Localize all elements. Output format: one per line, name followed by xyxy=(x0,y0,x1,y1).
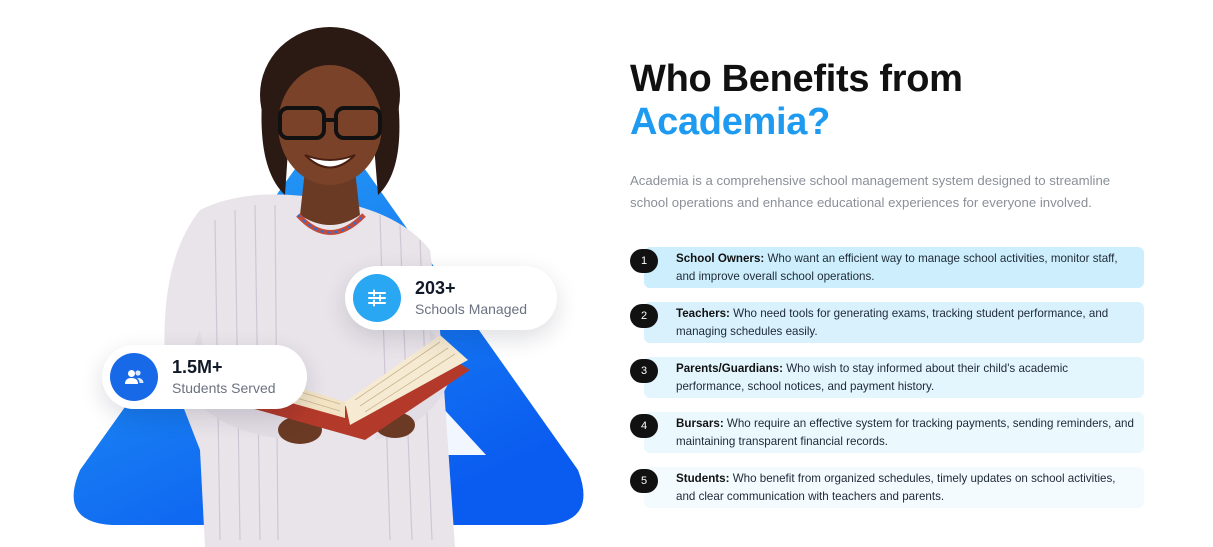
benefit-card: School Owners: Who want an efficient way… xyxy=(644,247,1144,288)
benefit-text: Who need tools for generating exams, tra… xyxy=(676,307,1109,338)
benefit-item: School Owners: Who want an efficient way… xyxy=(630,247,1150,288)
sliders-icon xyxy=(353,274,401,322)
benefits-section: Who Benefits from Academia? Academia is … xyxy=(630,58,1150,522)
benefit-title: Teachers: xyxy=(676,307,730,320)
section-heading: Who Benefits from Academia? xyxy=(630,58,1150,144)
benefit-card: Parents/Guardians: Who wish to stay info… xyxy=(644,357,1144,398)
section-intro: Academia is a comprehensive school manag… xyxy=(630,173,1111,210)
benefit-text: Who require an effective system for trac… xyxy=(676,417,1134,448)
benefits-list: School Owners: Who want an efficient way… xyxy=(630,247,1150,508)
benefit-title: School Owners: xyxy=(676,252,765,265)
schools-label: Schools Managed xyxy=(415,301,528,317)
benefit-item: Teachers: Who need tools for generating … xyxy=(630,302,1150,343)
benefit-title: Bursars: xyxy=(676,417,724,430)
schools-managed-card: 203+ Schools Managed xyxy=(345,266,557,330)
benefit-text: Who benefit from organized schedules, ti… xyxy=(676,472,1116,503)
users-icon xyxy=(110,353,158,401)
students-served-card: 1.5M+ Students Served xyxy=(102,345,307,409)
schools-count: 203+ xyxy=(415,278,456,298)
heading-accent: Academia? xyxy=(630,101,831,143)
heading-line: Who Benefits from xyxy=(630,58,963,100)
benefit-number-badge: 3 xyxy=(630,359,658,383)
students-count: 1.5M+ xyxy=(172,357,223,377)
benefit-title: Parents/Guardians: xyxy=(676,362,783,375)
benefit-item: Bursars: Who require an effective system… xyxy=(630,412,1150,453)
benefit-item: Students: Who benefit from organized sch… xyxy=(630,467,1150,508)
benefit-title: Students: xyxy=(676,472,730,485)
benefit-card: Teachers: Who need tools for generating … xyxy=(644,302,1144,343)
benefit-number-badge: 4 xyxy=(630,414,658,438)
benefit-number-badge: 2 xyxy=(630,304,658,328)
students-label: Students Served xyxy=(172,380,276,396)
benefit-number-badge: 5 xyxy=(630,469,658,493)
benefit-number-badge: 1 xyxy=(630,249,658,273)
hero-visual: 203+ Schools Managed 1.5M+ Students Serv… xyxy=(0,0,600,547)
benefit-card: Students: Who benefit from organized sch… xyxy=(644,467,1144,508)
benefit-card: Bursars: Who require an effective system… xyxy=(644,412,1144,453)
benefit-item: Parents/Guardians: Who wish to stay info… xyxy=(630,357,1150,398)
